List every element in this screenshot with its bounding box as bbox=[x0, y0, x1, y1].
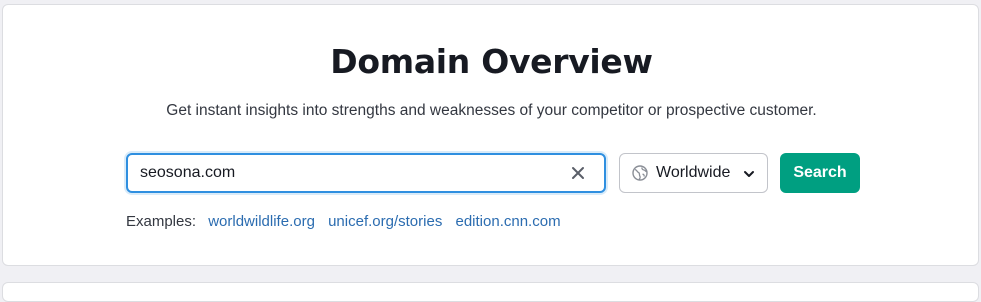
examples-row: Examples: worldwildlife.org unicef.org/s… bbox=[126, 213, 570, 230]
domain-overview-card: Domain Overview Get instant insights int… bbox=[2, 4, 979, 266]
region-select[interactable]: Worldwide bbox=[619, 153, 768, 193]
domain-search-field[interactable] bbox=[126, 153, 606, 193]
close-icon[interactable] bbox=[569, 164, 587, 182]
page-title: Domain Overview bbox=[330, 42, 653, 81]
examples-label: Examples: bbox=[126, 213, 197, 230]
globe-icon bbox=[632, 165, 648, 181]
chevron-down-icon bbox=[744, 171, 754, 177]
region-select-label: Worldwide bbox=[656, 164, 731, 181]
next-panel-edge bbox=[2, 282, 979, 302]
example-link-worldwildlife[interactable]: worldwildlife.org bbox=[208, 213, 315, 230]
domain-search-input[interactable] bbox=[140, 155, 560, 191]
page-subtitle: Get instant insights into strengths and … bbox=[166, 102, 817, 119]
example-link-cnn[interactable]: edition.cnn.com bbox=[456, 213, 561, 230]
example-link-unicef[interactable]: unicef.org/stories bbox=[328, 213, 442, 230]
search-button[interactable]: Search bbox=[780, 153, 860, 193]
